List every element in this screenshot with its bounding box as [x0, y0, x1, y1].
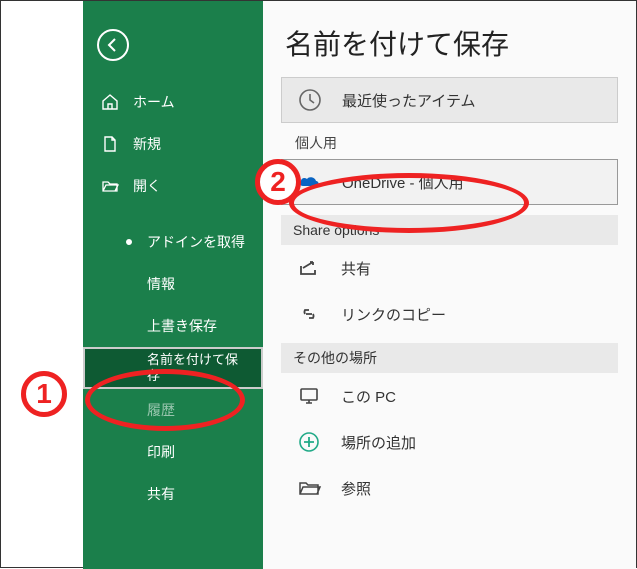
row-copy-link[interactable]: リンクのコピー — [281, 291, 618, 337]
nav-addins[interactable]: アドインを取得 — [83, 221, 263, 263]
nav-list: ホーム 新規 開く アドインを取得 情報 上書き保存 — [83, 81, 263, 515]
row-onedrive[interactable]: OneDrive - 個人用 — [281, 159, 618, 205]
bullet-icon — [125, 233, 133, 251]
backstage-sidebar: ホーム 新規 開く アドインを取得 情報 上書き保存 — [83, 1, 263, 569]
row-label: この PC — [341, 386, 396, 407]
nav-share[interactable]: 共有 — [83, 473, 263, 515]
clock-icon — [296, 86, 324, 114]
nav-label: ホーム — [133, 92, 175, 112]
section-share-options: Share options — [281, 215, 618, 245]
nav-label: アドインを取得 — [147, 232, 245, 252]
nav-save[interactable]: 上書き保存 — [83, 305, 263, 347]
app-frame: ホーム 新規 開く アドインを取得 情報 上書き保存 — [0, 0, 637, 568]
share-icon — [295, 254, 323, 282]
location-list: 最近使ったアイテム 個人用 OneDrive - 個人用 Share optio… — [263, 77, 636, 511]
nav-label: 共有 — [147, 484, 175, 504]
row-label: OneDrive - 個人用 — [342, 172, 464, 193]
nav-print[interactable]: 印刷 — [83, 431, 263, 473]
page-title: 名前を付けて保存 — [263, 1, 636, 77]
back-button[interactable] — [97, 29, 129, 61]
add-place-icon — [295, 428, 323, 456]
nav-label: 名前を付けて保存 — [147, 352, 247, 383]
row-recent[interactable]: 最近使ったアイテム — [281, 77, 618, 123]
row-browse[interactable]: 参照 — [281, 465, 618, 511]
row-label: リンクのコピー — [341, 304, 446, 325]
row-this-pc[interactable]: この PC — [281, 373, 618, 419]
row-label: 場所の追加 — [341, 432, 416, 453]
nav-label: 印刷 — [147, 442, 175, 462]
row-add-place[interactable]: 場所の追加 — [281, 419, 618, 465]
nav-history[interactable]: 履歴 — [83, 389, 263, 431]
main-pane: 名前を付けて保存 最近使ったアイテム 個人用 OneDrive - 個人用 Sh… — [263, 1, 636, 569]
row-label: Share options — [293, 222, 379, 238]
nav-saveas[interactable]: 名前を付けて保存 — [83, 347, 263, 389]
nav-label: 情報 — [147, 274, 175, 294]
file-icon — [101, 135, 119, 153]
row-label: 参照 — [341, 478, 371, 499]
nav-label: 新規 — [133, 134, 161, 154]
back-arrow-icon — [105, 37, 121, 53]
nav-label: 上書き保存 — [147, 316, 217, 336]
row-label: その他の場所 — [293, 348, 377, 368]
section-other: その他の場所 — [281, 343, 618, 373]
nav-open[interactable]: 開く — [83, 165, 263, 207]
pc-icon — [295, 382, 323, 410]
annotation-number-1: 1 — [21, 371, 67, 417]
link-icon — [295, 300, 323, 328]
nav-new[interactable]: 新規 — [83, 123, 263, 165]
nav-label: 履歴 — [147, 400, 175, 420]
nav-home[interactable]: ホーム — [83, 81, 263, 123]
home-icon — [101, 93, 119, 111]
row-label: 共有 — [341, 258, 371, 279]
onedrive-icon — [296, 168, 324, 196]
nav-label: 開く — [133, 176, 161, 196]
folder-open-icon — [101, 177, 119, 195]
section-personal: 個人用 — [281, 123, 618, 159]
row-share[interactable]: 共有 — [281, 245, 618, 291]
folder-icon — [295, 474, 323, 502]
nav-info[interactable]: 情報 — [83, 263, 263, 305]
row-label: 最近使ったアイテム — [342, 90, 476, 111]
